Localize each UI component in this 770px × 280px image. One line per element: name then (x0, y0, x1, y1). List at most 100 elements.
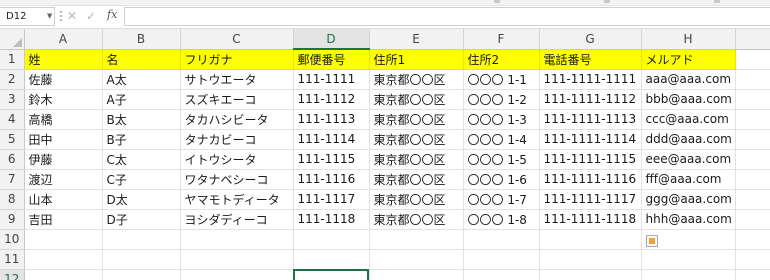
cell-a10[interactable] (24, 229, 103, 250)
cell-c4[interactable]: タカハシビータ (180, 109, 294, 130)
cell-f7[interactable]: 〇〇〇 1-6 (463, 169, 540, 190)
cell-a5[interactable]: 田中 (24, 129, 103, 150)
cell-g5[interactable]: 111-1111-1114 (539, 129, 642, 150)
enter-icon[interactable]: ✓ (86, 9, 96, 23)
cell-d5[interactable]: 111-1114 (293, 129, 370, 150)
cell-e8[interactable]: 東京都〇〇区 (369, 189, 464, 210)
cell-b12[interactable] (102, 269, 181, 280)
quick-analysis-icon[interactable] (645, 235, 658, 247)
cell-a8[interactable]: 山本 (24, 189, 103, 210)
cell-g8[interactable]: 111-1111-1117 (539, 189, 642, 210)
cell-e6[interactable]: 東京都〇〇区 (369, 149, 464, 170)
cell-h3[interactable]: bbb@aaa.com (641, 89, 736, 110)
cell-c2[interactable]: サトウエータ (180, 69, 294, 90)
cell-b9[interactable]: D子 (102, 209, 181, 230)
insert-function-icon[interactable]: fx (107, 8, 117, 21)
cell-g12[interactable] (539, 269, 642, 280)
row-header-2[interactable]: 2 (0, 69, 25, 90)
cell-e3[interactable]: 東京都〇〇区 (369, 89, 464, 110)
cell-b2[interactable]: A太 (102, 69, 181, 90)
cell-g1[interactable]: 電話番号 (539, 49, 642, 70)
cell-h11[interactable] (641, 249, 736, 270)
column-header-e[interactable]: E (369, 29, 464, 50)
cell-c1[interactable]: フリガナ (180, 49, 294, 70)
cell-e9[interactable]: 東京都〇〇区 (369, 209, 464, 230)
cell-c8[interactable]: ヤマモトディータ (180, 189, 294, 210)
cell-g4[interactable]: 111-1111-1113 (539, 109, 642, 130)
row-header-10[interactable]: 10 (0, 229, 25, 250)
cell-f3[interactable]: 〇〇〇 1-2 (463, 89, 540, 110)
cell-c12[interactable] (180, 269, 294, 280)
cell-h10[interactable] (641, 229, 736, 250)
cell-e11[interactable] (369, 249, 464, 270)
column-header-f[interactable]: F (463, 29, 540, 50)
row-header-5[interactable]: 5 (0, 129, 25, 150)
cell-c9[interactable]: ヨシダディーコ (180, 209, 294, 230)
cell-b1[interactable]: 名 (102, 49, 181, 70)
cell-a1[interactable]: 姓 (24, 49, 103, 70)
cell-f1[interactable]: 住所2 (463, 49, 540, 70)
cell-f5[interactable]: 〇〇〇 1-4 (463, 129, 540, 150)
cell-c5[interactable]: タナカビーコ (180, 129, 294, 150)
cell-g11[interactable] (539, 249, 642, 270)
cell-e10[interactable] (369, 229, 464, 250)
cell-b10[interactable] (102, 229, 181, 250)
cell-e1[interactable]: 住所1 (369, 49, 464, 70)
cell-d11[interactable] (293, 249, 370, 270)
formula-input[interactable] (124, 7, 770, 26)
cell-g9[interactable]: 111-1111-1118 (539, 209, 642, 230)
cell-a6[interactable]: 伊藤 (24, 149, 103, 170)
cell-h1[interactable]: メルアド (641, 49, 736, 70)
cell-f4[interactable]: 〇〇〇 1-3 (463, 109, 540, 130)
cell-h6[interactable]: eee@aaa.com (641, 149, 736, 170)
cell-d10[interactable] (293, 229, 370, 250)
cell-d3[interactable]: 111-1112 (293, 89, 370, 110)
chevron-down-icon[interactable]: ▼ (47, 13, 52, 20)
cell-b5[interactable]: B子 (102, 129, 181, 150)
cell-a9[interactable]: 吉田 (24, 209, 103, 230)
column-header-c[interactable]: C (180, 29, 294, 50)
cell-f12[interactable] (463, 269, 540, 280)
cell-b3[interactable]: A子 (102, 89, 181, 110)
cell-g10[interactable] (539, 229, 642, 250)
cell-h2[interactable]: aaa@aaa.com (641, 69, 736, 90)
cell-h5[interactable]: ddd@aaa.com (641, 129, 736, 150)
cell-a3[interactable]: 鈴木 (24, 89, 103, 110)
row-header-1[interactable]: 1 (0, 49, 25, 70)
cell-g7[interactable]: 111-1111-1116 (539, 169, 642, 190)
cell-c11[interactable] (180, 249, 294, 270)
cell-h12[interactable] (641, 269, 736, 280)
cell-b6[interactable]: C太 (102, 149, 181, 170)
cell-d12[interactable] (293, 269, 370, 280)
cell-d1[interactable]: 郵便番号 (293, 49, 370, 70)
select-all-button[interactable] (0, 29, 25, 50)
cell-f2[interactable]: 〇〇〇 1-1 (463, 69, 540, 90)
cell-b7[interactable]: C子 (102, 169, 181, 190)
cell-f9[interactable]: 〇〇〇 1-8 (463, 209, 540, 230)
cell-f11[interactable] (463, 249, 540, 270)
cell-a7[interactable]: 渡辺 (24, 169, 103, 190)
row-header-9[interactable]: 9 (0, 209, 25, 230)
cell-e12[interactable] (369, 269, 464, 280)
row-header-3[interactable]: 3 (0, 89, 25, 110)
column-header-d[interactable]: D (293, 29, 370, 50)
cell-h9[interactable]: hhh@aaa.com (641, 209, 736, 230)
drag-handle-icon[interactable] (60, 11, 62, 23)
column-header-g[interactable]: G (539, 29, 642, 50)
cell-d4[interactable]: 111-1113 (293, 109, 370, 130)
cell-b11[interactable] (102, 249, 181, 270)
cell-e5[interactable]: 東京都〇〇区 (369, 129, 464, 150)
cell-a2[interactable]: 佐藤 (24, 69, 103, 90)
cell-e4[interactable]: 東京都〇〇区 (369, 109, 464, 130)
cell-d6[interactable]: 111-1115 (293, 149, 370, 170)
cancel-icon[interactable]: ✕ (67, 9, 77, 23)
cell-f6[interactable]: 〇〇〇 1-5 (463, 149, 540, 170)
cell-h4[interactable]: ccc@aaa.com (641, 109, 736, 130)
row-header-4[interactable]: 4 (0, 109, 25, 130)
cell-h8[interactable]: ggg@aaa.com (641, 189, 736, 210)
cell-c6[interactable]: イトウシータ (180, 149, 294, 170)
cell-g6[interactable]: 111-1111-1115 (539, 149, 642, 170)
cell-d7[interactable]: 111-1116 (293, 169, 370, 190)
cell-e2[interactable]: 東京都〇〇区 (369, 69, 464, 90)
row-header-11[interactable]: 11 (0, 249, 25, 270)
